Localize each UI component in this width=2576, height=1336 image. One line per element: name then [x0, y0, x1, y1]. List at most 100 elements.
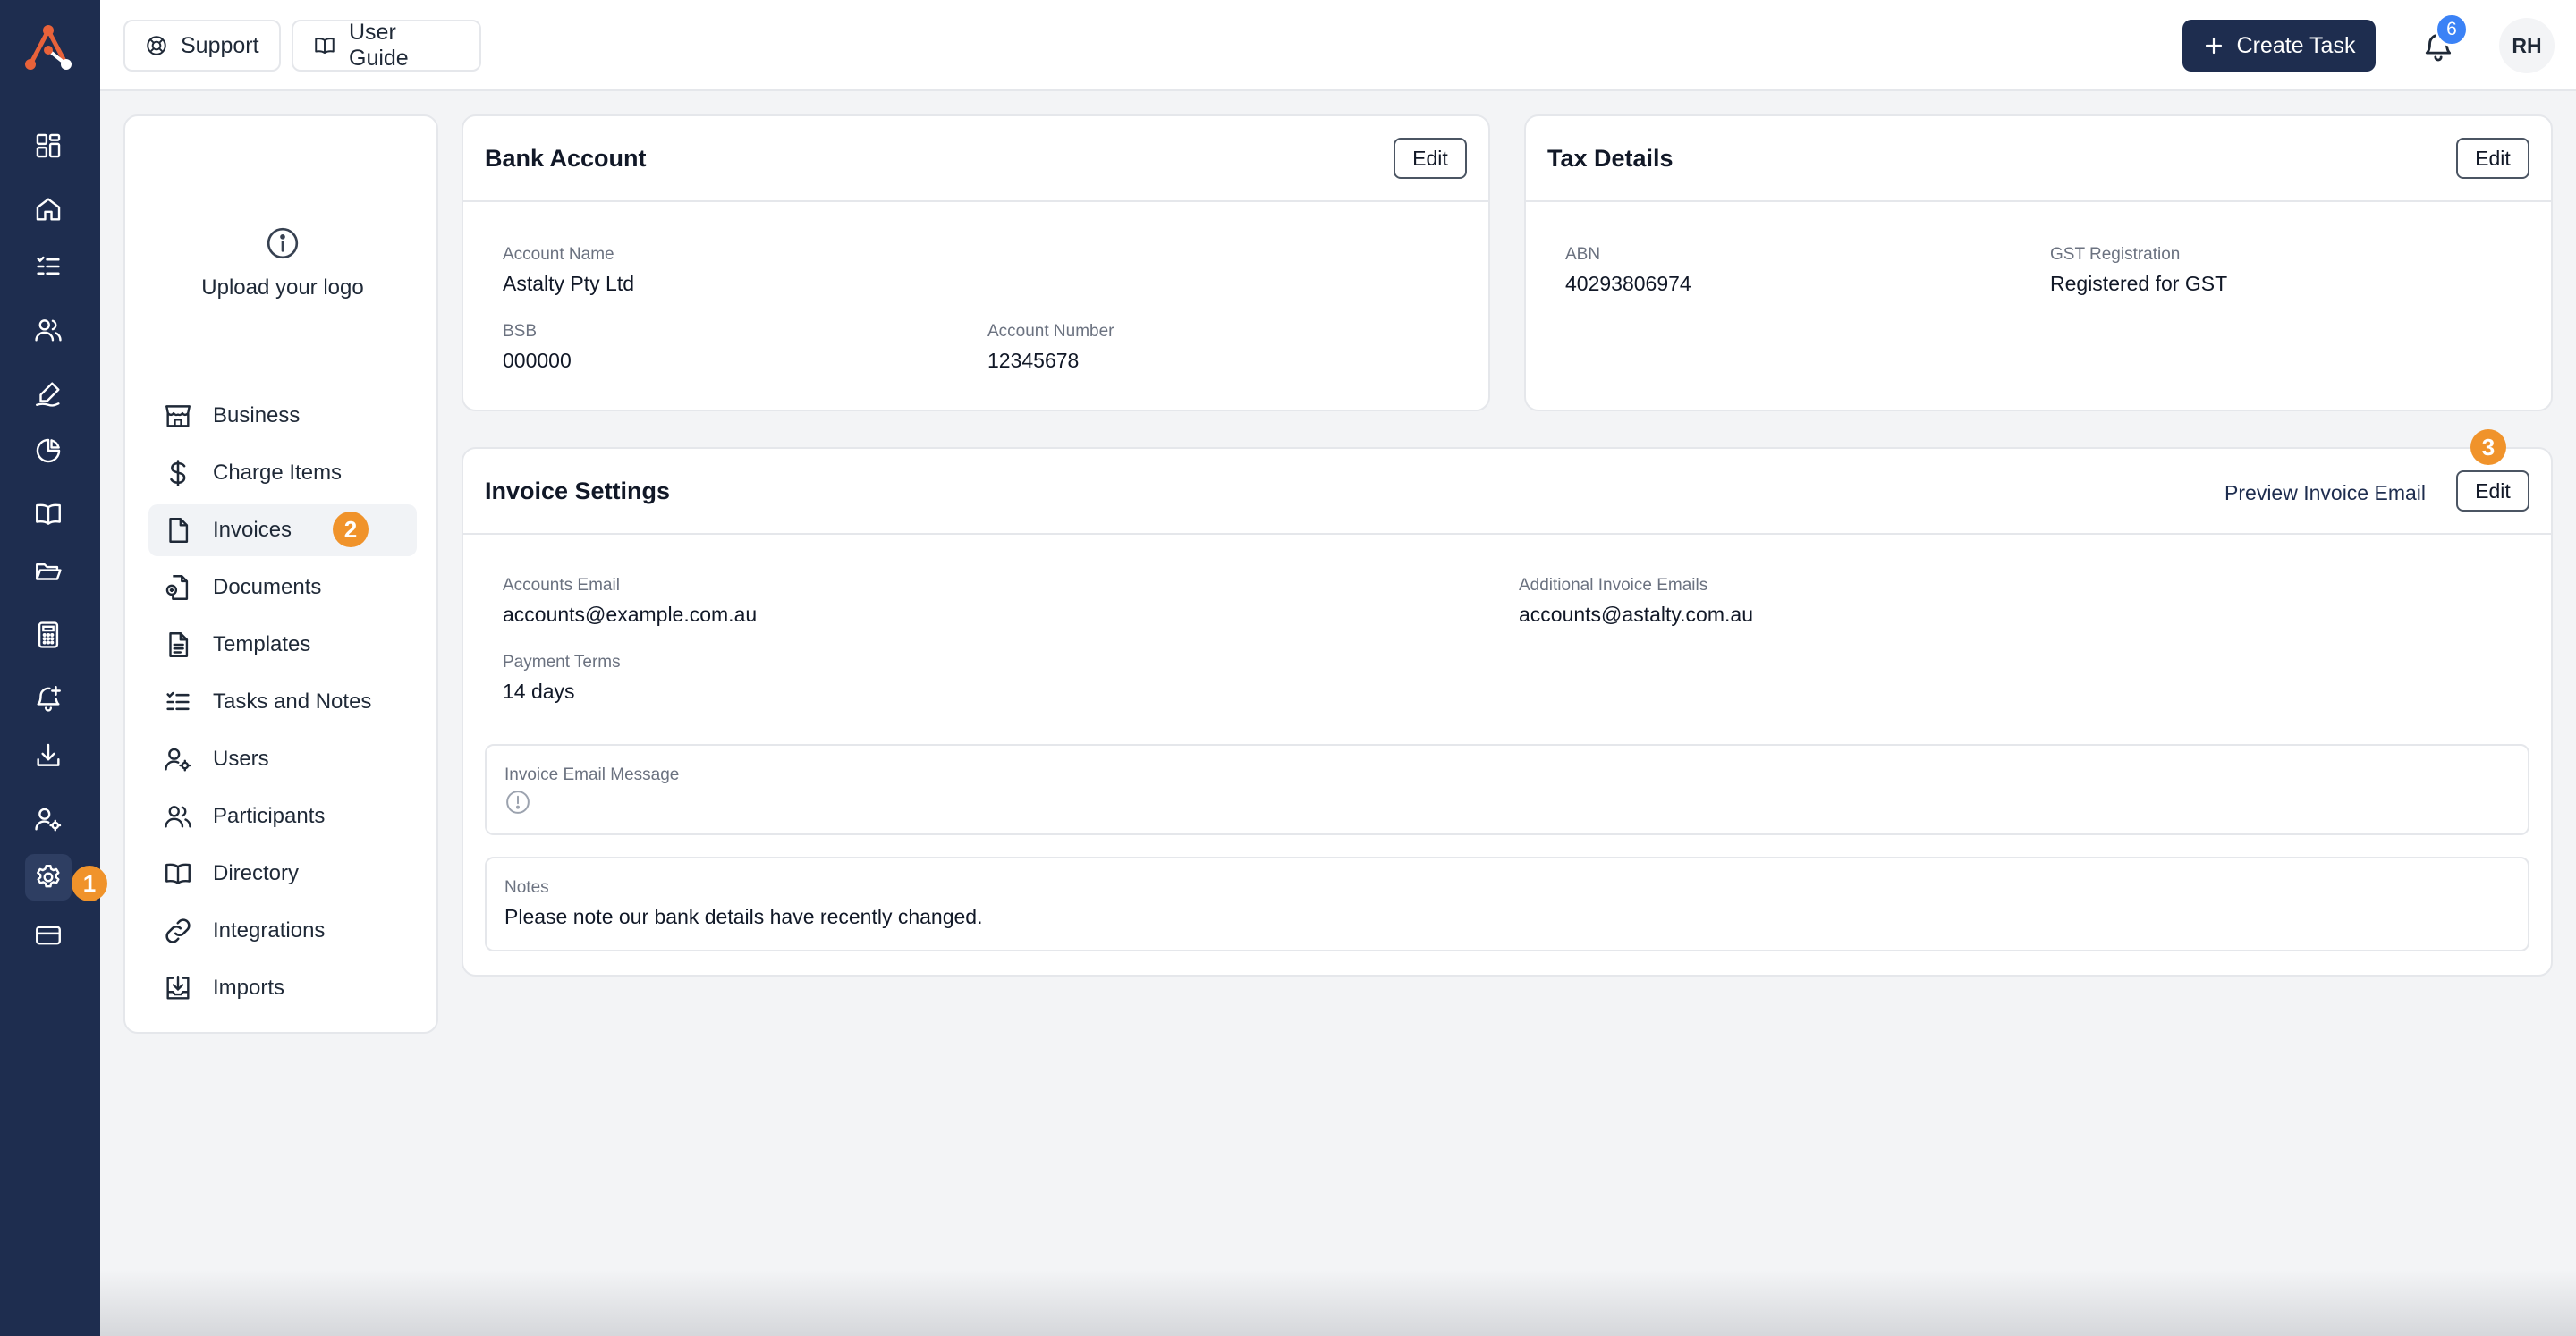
- settings-nav-card: Upload your logo Business Charge Items I…: [123, 114, 438, 1034]
- document-icon: [163, 572, 193, 603]
- home-icon[interactable]: [25, 186, 72, 233]
- abn-value: 40293806974: [1565, 272, 1691, 295]
- tax-details-title: Tax Details: [1547, 145, 1674, 172]
- bsb-field: BSB 000000: [503, 322, 572, 373]
- people-icon[interactable]: [25, 307, 72, 353]
- bank-account-edit-button[interactable]: Edit: [1394, 138, 1467, 179]
- template-icon: [163, 630, 193, 660]
- task-list-icon: [163, 687, 193, 717]
- step-badge-invoices: 2: [333, 512, 369, 547]
- book-icon: [313, 34, 336, 57]
- info-icon: [265, 225, 301, 261]
- dashboard-icon[interactable]: [25, 123, 72, 169]
- user-cog-icon[interactable]: [25, 796, 72, 842]
- invoice-email-message-box: Invoice Email Message: [485, 744, 2529, 835]
- book-icon[interactable]: [25, 491, 72, 537]
- payment-terms-label: Payment Terms: [503, 653, 621, 672]
- notes-value: Please note our bank details have recent…: [504, 905, 983, 928]
- file-icon: [163, 515, 193, 545]
- invoice-settings-header: Invoice Settings Preview Invoice Email E…: [463, 449, 2551, 535]
- settings-nav-users[interactable]: Users: [148, 733, 417, 785]
- bank-account-header: Bank Account Edit: [463, 116, 1488, 202]
- user-avatar[interactable]: RH: [2499, 18, 2555, 73]
- pie-chart-icon[interactable]: [25, 427, 72, 474]
- account-name-value: Astalty Pty Ltd: [503, 272, 635, 295]
- bank-account-card: Bank Account Edit Account Name Astalty P…: [462, 114, 1490, 411]
- card-icon[interactable]: [25, 912, 72, 959]
- user-guide-button[interactable]: User Guide: [292, 20, 481, 72]
- create-task-label: Create Task: [2236, 32, 2356, 58]
- settings-nav-invoices[interactable]: Invoices: [148, 504, 417, 556]
- preview-invoice-email-link[interactable]: Preview Invoice Email: [2224, 481, 2426, 505]
- payment-terms-value: 14 days: [503, 680, 575, 703]
- settings-nav-label: Participants: [213, 804, 326, 828]
- additional-invoice-emails-label: Additional Invoice Emails: [1519, 576, 1708, 595]
- tax-details-card: Tax Details Edit ABN 40293806974 GST Reg…: [1524, 114, 2553, 411]
- info-icon: [504, 789, 531, 816]
- user-guide-label: User Guide: [349, 20, 409, 71]
- dollar-icon: [163, 458, 193, 488]
- invoice-settings-title: Invoice Settings: [485, 478, 671, 504]
- lifebuoy-icon: [145, 34, 168, 57]
- create-task-button[interactable]: Create Task: [2182, 20, 2376, 72]
- settings-nav-charge-items[interactable]: Charge Items: [148, 447, 417, 499]
- payment-terms-field: Payment Terms 14 days: [503, 653, 621, 704]
- tax-details-header: Tax Details Edit: [1526, 116, 2551, 202]
- import-icon: [163, 973, 193, 1003]
- tax-details-edit-button[interactable]: Edit: [2456, 138, 2529, 179]
- account-name-field: Account Name Astalty Pty Ltd: [503, 245, 634, 296]
- upload-logo-label: Upload your logo: [201, 275, 364, 300]
- step-badge-settings: 1: [72, 866, 107, 901]
- invoice-settings-card: Invoice Settings Preview Invoice Email E…: [462, 447, 2553, 977]
- link-icon: [163, 916, 193, 946]
- bsb-value: 000000: [503, 349, 572, 372]
- settings-nav-templates[interactable]: Templates: [148, 619, 417, 671]
- task-list-icon[interactable]: [25, 243, 72, 290]
- notification-count-badge: 6: [2435, 13, 2469, 47]
- settings-nav-label: Business: [213, 403, 301, 427]
- gear-icon[interactable]: [25, 854, 72, 901]
- account-name-label: Account Name: [503, 245, 614, 264]
- accounts-email-field: Accounts Email accounts@example.com.au: [503, 576, 757, 627]
- book-icon: [163, 858, 193, 889]
- settings-nav-integrations[interactable]: Integrations: [148, 905, 417, 957]
- additional-invoice-emails-value: accounts@astalty.com.au: [1519, 603, 1753, 626]
- folder-icon[interactable]: [25, 548, 72, 595]
- support-label: Support: [181, 32, 259, 58]
- invoice-settings-edit-button[interactable]: Edit: [2456, 470, 2529, 512]
- invoice-email-message-label: Invoice Email Message: [504, 765, 680, 784]
- gst-registration-field: GST Registration Registered for GST: [2050, 245, 2227, 296]
- settings-nav-business[interactable]: Business: [148, 390, 417, 442]
- download-icon[interactable]: [25, 732, 72, 779]
- notes-field: Notes Please note our bank details have …: [504, 878, 982, 929]
- additional-invoice-emails-field: Additional Invoice Emails accounts@astal…: [1519, 576, 1753, 627]
- gst-registration-value: Registered for GST: [2050, 272, 2228, 295]
- upload-logo-area[interactable]: Upload your logo: [125, 225, 440, 300]
- abn-label: ABN: [1565, 245, 1601, 264]
- step-badge-edit: 3: [2470, 429, 2506, 465]
- notes-box: Notes Please note our bank details have …: [485, 857, 2529, 951]
- settings-nav-imports[interactable]: Imports: [148, 962, 417, 1014]
- bottom-shadow: [100, 1270, 2576, 1336]
- settings-nav-directory[interactable]: Directory: [148, 848, 417, 900]
- bsb-label: BSB: [503, 322, 538, 341]
- settings-nav-label: Imports: [213, 976, 285, 1000]
- app-rail: [0, 0, 100, 1336]
- settings-nav-tasks-and-notes[interactable]: Tasks and Notes: [148, 676, 417, 728]
- settings-nav-label: Documents: [213, 575, 322, 599]
- support-button[interactable]: Support: [123, 20, 281, 72]
- astalty-logo-icon[interactable]: [20, 23, 77, 75]
- people-icon: [163, 801, 193, 832]
- calculator-icon[interactable]: [25, 612, 72, 658]
- gst-registration-label: GST Registration: [2050, 245, 2181, 264]
- bell-plus-icon[interactable]: [25, 675, 72, 722]
- settings-nav-documents[interactable]: Documents: [148, 562, 417, 613]
- store-icon: [163, 401, 193, 431]
- signature-icon[interactable]: [25, 370, 72, 417]
- settings-nav-participants[interactable]: Participants: [148, 791, 417, 842]
- settings-nav-label: Tasks and Notes: [213, 689, 372, 714]
- account-number-value: 12345678: [987, 349, 1080, 372]
- abn-field: ABN 40293806974: [1565, 245, 1691, 296]
- settings-nav-label: Invoices: [213, 518, 292, 542]
- accounts-email-label: Accounts Email: [503, 576, 620, 595]
